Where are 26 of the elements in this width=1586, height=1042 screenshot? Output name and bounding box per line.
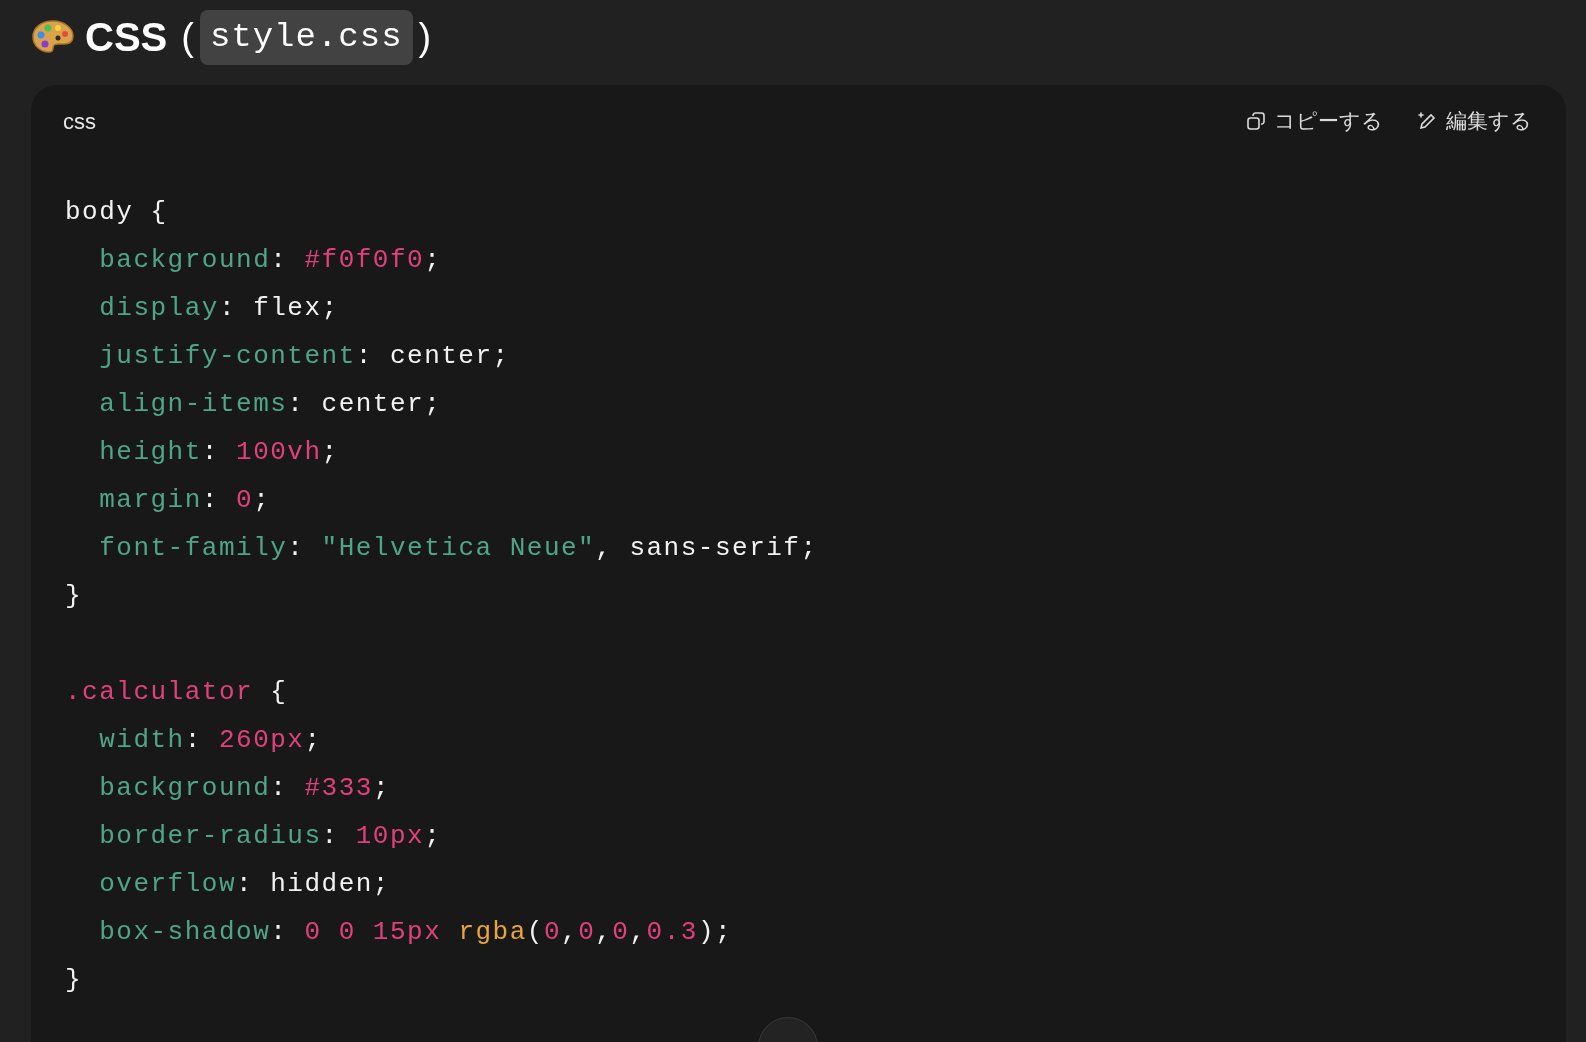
code-line: margin: 0;	[98, 485, 271, 515]
parenthesis: (	[181, 14, 194, 60]
code-line: align-items: center;	[98, 389, 442, 419]
copy-button[interactable]: コピーする	[1246, 105, 1383, 137]
code-line: overflow: hidden;	[98, 869, 390, 899]
code-line: width: 260px;	[98, 725, 322, 755]
filename-code: style.css	[199, 9, 413, 65]
code-line: box-shadow: 0 0 15px rgba(0,0,0,0.3);	[98, 917, 733, 947]
language-label: css	[63, 107, 96, 136]
code-line: background: #f0f0f0;	[98, 245, 442, 275]
code-line: justify-content: center;	[98, 341, 510, 371]
code-line: }	[65, 965, 83, 995]
code-line: }	[65, 581, 83, 611]
pencil-icon	[1417, 111, 1438, 131]
code-line: background: #333;	[98, 773, 390, 803]
section-heading: CSS	[85, 14, 168, 61]
code-line: border-radius: 10px;	[98, 821, 442, 851]
code-line: height: 100vh;	[98, 437, 339, 467]
copy-icon	[1246, 111, 1266, 131]
parenthesis: )	[418, 14, 432, 60]
code-line: display: flex;	[98, 293, 339, 323]
edit-button[interactable]: 編集する	[1417, 105, 1532, 137]
code-line: body {	[65, 197, 168, 227]
palette-icon	[31, 19, 75, 55]
code-line: .calculator {	[65, 677, 288, 707]
code-line: font-family: "Helvetica Neue", sans-serif;	[98, 533, 818, 563]
